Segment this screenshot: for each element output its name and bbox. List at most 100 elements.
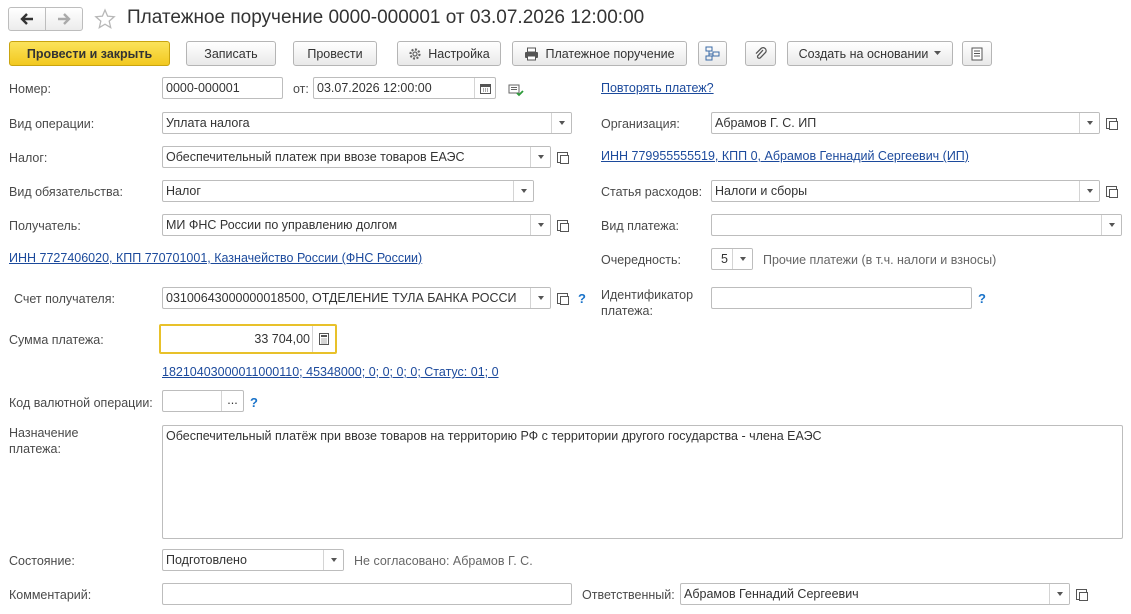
account-field[interactable]: 03100643000000018500, ОТДЕЛЕНИЕ ТУЛА БАН… — [162, 287, 551, 309]
print-order-label: Платежное поручение — [545, 46, 675, 61]
priority-field[interactable]: 5 — [711, 248, 753, 270]
state-label: Состояние: — [9, 554, 75, 568]
save-button[interactable]: Записать — [186, 41, 276, 66]
date-field[interactable]: 03.07.2026 12:00:00 — [313, 77, 496, 99]
currency-code-help-icon[interactable]: ? — [250, 395, 258, 410]
organization-inn-link[interactable]: ИНН 779955555519, КПП 0, Абрамов Геннади… — [601, 149, 969, 163]
obligation-value: Налог — [166, 184, 201, 198]
organization-field[interactable]: Абрамов Г. С. ИП — [711, 112, 1100, 134]
page-title: Платежное поручение 0000-000001 от 03.07… — [127, 7, 645, 28]
chevron-down-icon — [934, 51, 942, 55]
tax-label: Налог: — [9, 151, 48, 165]
amount-value: 33 704,00 — [254, 332, 310, 346]
recipient-field[interactable]: МИ ФНС России по управлению долгом — [162, 214, 551, 236]
structure-button[interactable] — [698, 41, 727, 66]
purpose-textarea[interactable]: Обеспечительный платёж при ввозе товаров… — [162, 425, 1123, 539]
forward-button[interactable] — [46, 8, 82, 30]
operation-value: Уплата налога — [166, 116, 250, 130]
recipient-dropdown[interactable] — [530, 215, 550, 235]
responsible-value: Абрамов Геннадий Сергеевич — [684, 587, 859, 601]
recipient-open-button[interactable] — [552, 214, 572, 236]
operation-dropdown[interactable] — [551, 113, 571, 133]
purpose-label-line2: платежа: — [9, 442, 61, 456]
responsible-field[interactable]: Абрамов Геннадий Сергеевич — [680, 583, 1070, 605]
open-icon — [556, 151, 569, 164]
tax-dropdown[interactable] — [530, 147, 550, 167]
post-button[interactable]: Провести — [293, 41, 377, 66]
attach-button[interactable] — [745, 41, 776, 66]
open-icon — [556, 219, 569, 232]
back-button[interactable] — [9, 8, 46, 30]
responsible-open-button[interactable] — [1071, 583, 1091, 605]
payment-type-dropdown[interactable] — [1101, 215, 1121, 235]
organization-label: Организация: — [601, 117, 680, 131]
responsible-label: Ответственный: — [582, 588, 675, 602]
obligation-dropdown[interactable] — [513, 181, 533, 201]
account-label: Счет получателя: — [14, 292, 115, 306]
account-open-button[interactable] — [552, 287, 572, 309]
identifier-field[interactable] — [711, 287, 972, 309]
expense-field[interactable]: Налоги и сборы — [711, 180, 1100, 202]
tax-field[interactable]: Обеспечительный платеж при ввозе товаров… — [162, 146, 551, 168]
more-button[interactable] — [962, 41, 992, 66]
star-icon[interactable] — [94, 8, 116, 30]
post-and-close-button[interactable]: Провести и закрыть — [9, 41, 170, 66]
printer-icon — [525, 47, 539, 60]
repeat-payment-link[interactable]: Повторять платеж? — [601, 81, 714, 95]
amount-field[interactable]: 33 704,00 — [159, 324, 337, 354]
obligation-label: Вид обязательства: — [9, 185, 123, 199]
obligation-field[interactable]: Налог — [162, 180, 534, 202]
state-dropdown[interactable] — [323, 550, 343, 570]
currency-code-label: Код валютной операции: — [9, 396, 153, 410]
tax-open-button[interactable] — [552, 146, 572, 168]
identifier-label-line1: Идентификатор — [601, 288, 694, 302]
operation-label: Вид операции: — [9, 117, 95, 131]
tax-value: Обеспечительный платеж при ввозе товаров… — [166, 150, 465, 164]
state-field[interactable]: Подготовлено — [162, 549, 344, 571]
expense-dropdown[interactable] — [1079, 181, 1099, 201]
account-help-icon[interactable]: ? — [578, 291, 586, 306]
save-label: Записать — [204, 46, 258, 61]
currency-code-field[interactable]: ... — [162, 390, 244, 412]
expense-open-button[interactable] — [1101, 180, 1121, 202]
open-icon — [1075, 588, 1088, 601]
priority-value: 5 — [721, 252, 728, 266]
back-arrow-icon — [20, 13, 33, 25]
recipient-inn-link[interactable]: ИНН 7727406020, КПП 770701001, Казначейс… — [9, 251, 422, 265]
settings-button[interactable]: Настройка — [397, 41, 501, 66]
number-field[interactable]: 0000-000001 — [162, 77, 283, 99]
open-icon — [1105, 185, 1118, 198]
number-value: 0000-000001 — [166, 81, 240, 95]
post-and-close-label: Провести и закрыть — [26, 46, 153, 61]
kbk-link[interactable]: 18210403000011000110; 45348000; 0; 0; 0;… — [162, 365, 499, 379]
priority-dropdown[interactable] — [732, 249, 752, 269]
identifier-help-icon[interactable]: ? — [978, 291, 986, 306]
open-icon — [1105, 117, 1118, 130]
comment-field[interactable] — [162, 583, 572, 605]
forward-arrow-icon — [58, 13, 71, 25]
organization-dropdown[interactable] — [1079, 113, 1099, 133]
approval-status-text: Не согласовано: Абрамов Г. С. — [354, 554, 533, 568]
currency-code-select-button[interactable]: ... — [221, 391, 243, 411]
create-based-on-button[interactable]: Создать на основании — [787, 41, 953, 66]
print-order-button[interactable]: Платежное поручение — [512, 41, 687, 66]
calendar-button[interactable] — [474, 78, 495, 98]
account-dropdown[interactable] — [530, 288, 550, 308]
operation-field[interactable]: Уплата налога — [162, 112, 572, 134]
document-green-icon[interactable] — [508, 84, 524, 97]
state-value: Подготовлено — [166, 553, 247, 567]
recipient-value: МИ ФНС России по управлению долгом — [166, 218, 398, 232]
priority-label: Очередность: — [601, 253, 681, 267]
nav-buttons — [8, 7, 83, 31]
create-based-on-label: Создать на основании — [798, 46, 929, 61]
calculator-button[interactable] — [312, 326, 335, 352]
responsible-dropdown[interactable] — [1049, 584, 1069, 604]
ellipsis-label: ... — [227, 393, 238, 407]
settings-label: Настройка — [428, 46, 490, 61]
organization-open-button[interactable] — [1101, 112, 1121, 134]
comment-label: Комментарий: — [9, 588, 92, 602]
calculator-icon — [319, 333, 329, 345]
payment-type-field[interactable] — [711, 214, 1122, 236]
recipient-label: Получатель: — [9, 219, 81, 233]
number-label: Номер: — [9, 82, 51, 96]
